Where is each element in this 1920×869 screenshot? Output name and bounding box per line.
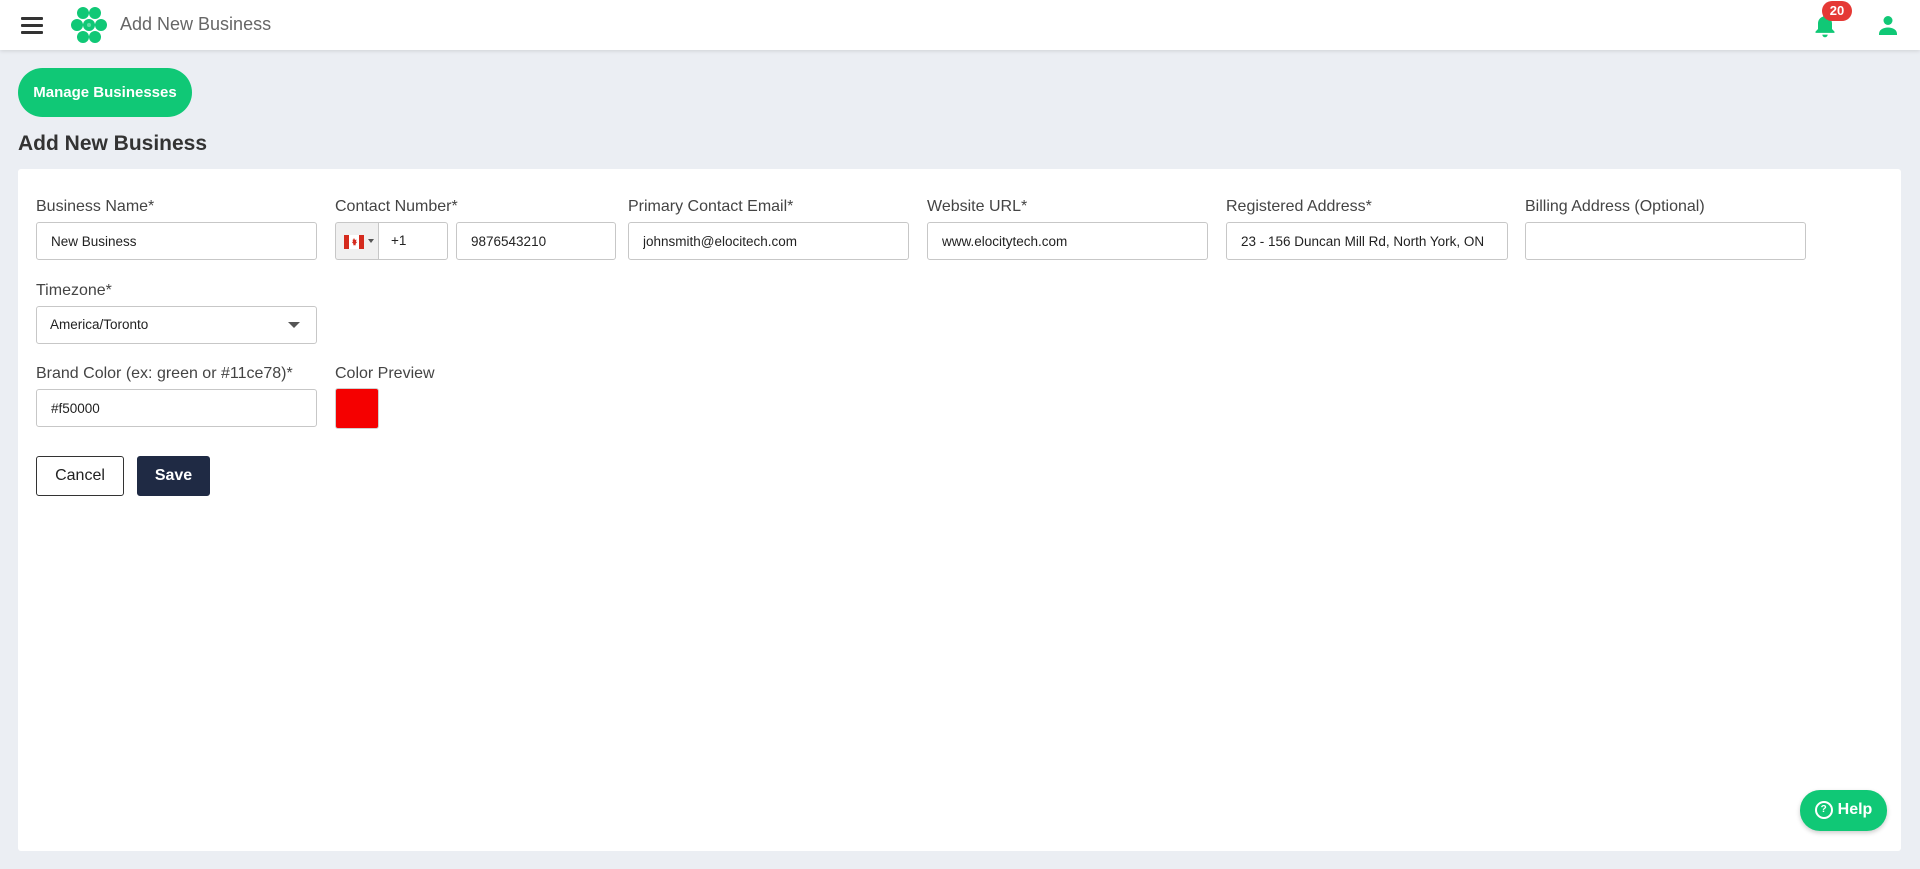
website-url-label: Website URL* bbox=[927, 198, 1028, 215]
primary-email-label: Primary Contact Email* bbox=[628, 198, 794, 215]
billing-address-label: Billing Address (Optional) bbox=[1525, 198, 1705, 215]
billing-address-input[interactable] bbox=[1525, 222, 1806, 260]
page-title: Add New Business bbox=[18, 132, 208, 155]
manage-businesses-button[interactable]: Manage Businesses bbox=[18, 68, 192, 117]
timezone-selected-value: America/Toronto bbox=[50, 317, 149, 332]
registered-address-input[interactable] bbox=[1226, 222, 1508, 260]
help-label: Help bbox=[1837, 801, 1873, 819]
chevron-down-icon bbox=[368, 239, 374, 243]
help-button[interactable]: ? Help bbox=[1800, 790, 1887, 831]
country-selector[interactable] bbox=[335, 222, 378, 260]
save-button[interactable]: Save bbox=[137, 456, 210, 496]
timezone-label: Timezone* bbox=[36, 282, 112, 299]
color-preview-label: Color Preview bbox=[335, 365, 435, 382]
user-icon[interactable] bbox=[1876, 13, 1900, 37]
hexagon-cluster-logo bbox=[71, 7, 107, 43]
business-form-card: Business Name* Contact Number* +1 Primar… bbox=[18, 169, 1901, 851]
canada-flag-icon bbox=[344, 235, 364, 249]
chevron-down-icon bbox=[288, 322, 300, 328]
hamburger-menu-icon[interactable] bbox=[21, 17, 43, 34]
business-name-input[interactable] bbox=[36, 222, 317, 260]
primary-email-input[interactable] bbox=[628, 222, 909, 260]
app-title: Add New Business bbox=[120, 14, 272, 34]
registered-address-label: Registered Address* bbox=[1226, 198, 1372, 215]
country-code: +1 bbox=[378, 222, 448, 260]
color-preview-swatch bbox=[335, 388, 379, 429]
cancel-button[interactable]: Cancel bbox=[36, 456, 124, 496]
top-bar: Add New Business 20 bbox=[0, 0, 1920, 50]
business-name-label: Business Name* bbox=[36, 198, 155, 215]
contact-number-input[interactable] bbox=[456, 222, 616, 260]
website-url-input[interactable] bbox=[927, 222, 1208, 260]
question-circle-icon: ? bbox=[1814, 801, 1833, 820]
notification-badge: 20 bbox=[1822, 1, 1852, 21]
timezone-select[interactable]: America/Toronto bbox=[36, 306, 317, 344]
contact-number-label: Contact Number* bbox=[335, 198, 458, 215]
brand-color-label: Brand Color (ex: green or #11ce78)* bbox=[36, 365, 293, 382]
brand-color-input[interactable] bbox=[36, 389, 317, 427]
